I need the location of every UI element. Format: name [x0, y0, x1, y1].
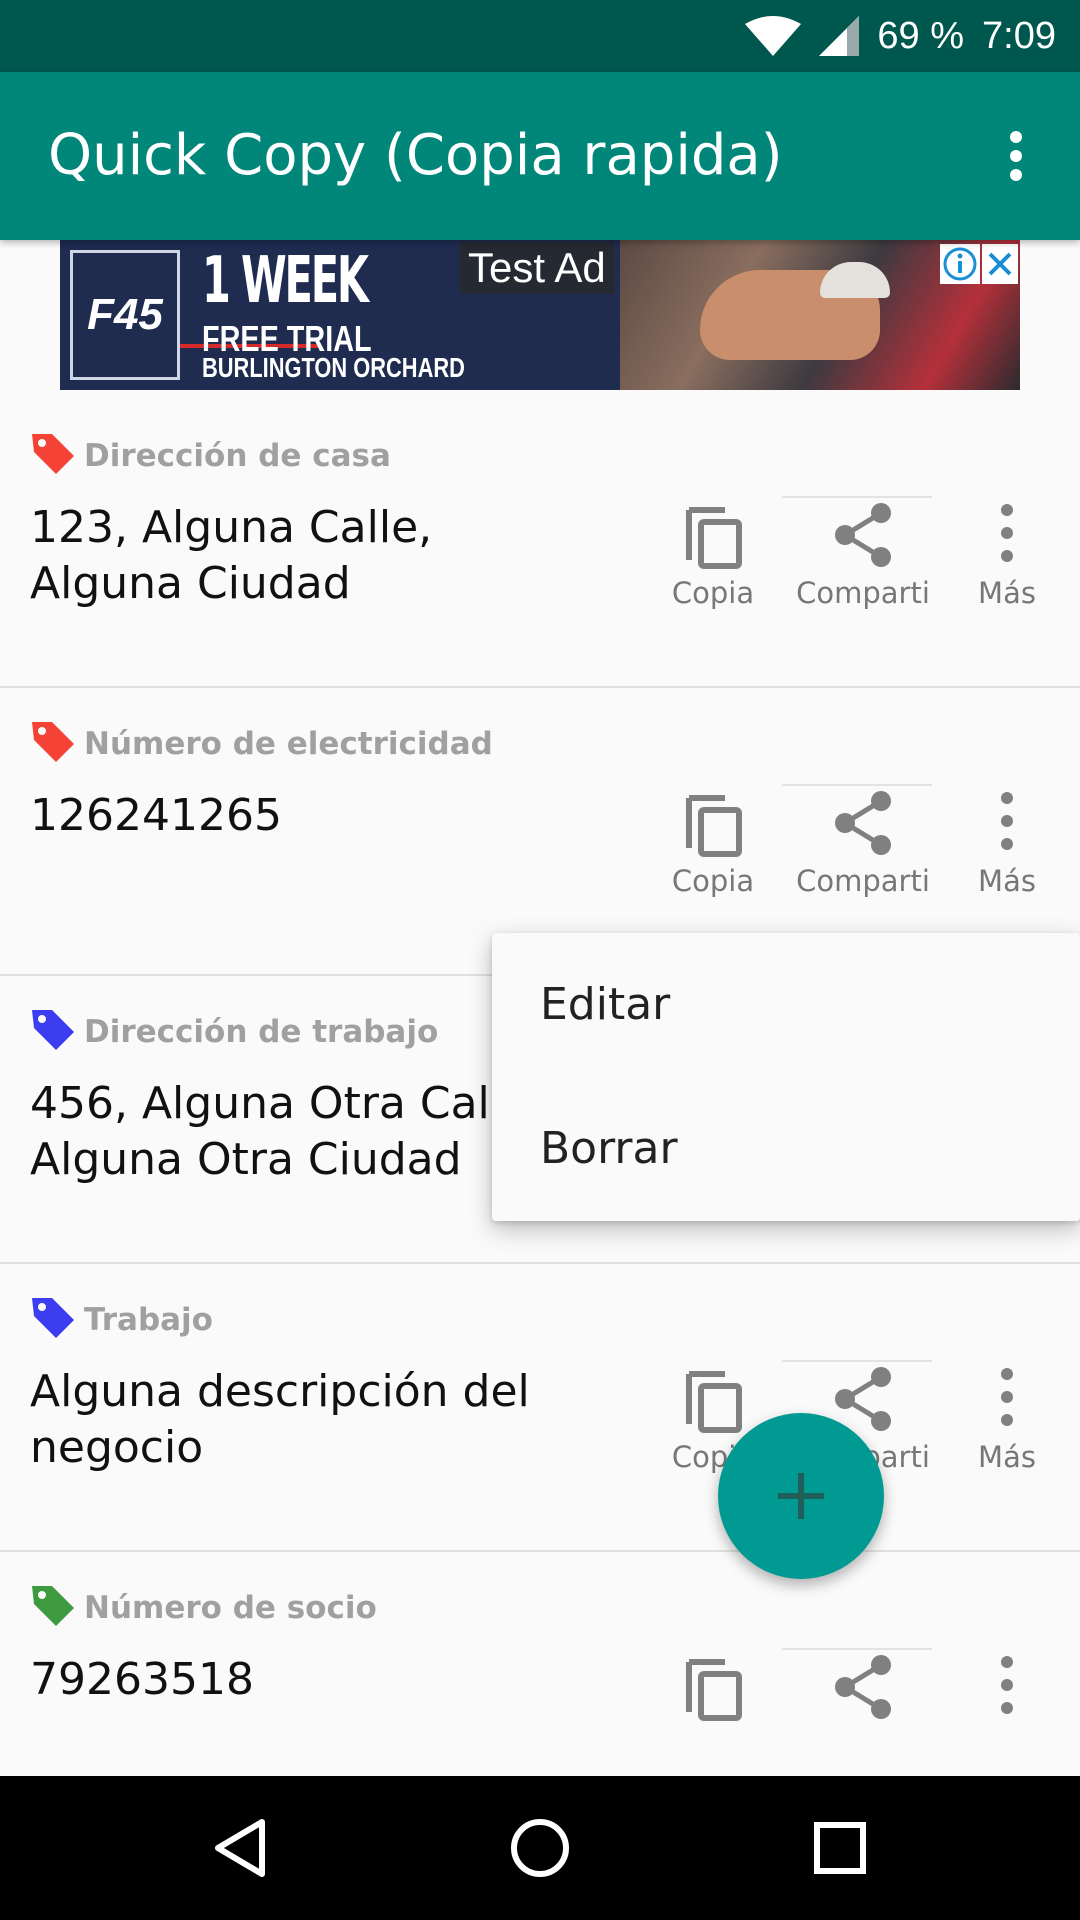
status-bar: 69 % 7:09: [0, 0, 1080, 72]
copy-icon: [686, 1659, 742, 1721]
item-label: Dirección de trabajo: [84, 1013, 439, 1050]
more-vert-icon: [1001, 504, 1013, 562]
add-button[interactable]: [718, 1413, 884, 1579]
navigation-bar: [0, 1776, 1080, 1920]
divider: [782, 496, 932, 498]
ad-location: BURLINGTON ORCHARD: [202, 352, 465, 383]
copy-label: Copia: [671, 864, 755, 898]
item-value: 79263518: [30, 1654, 254, 1705]
ad-headline: 1 WEEK: [202, 244, 369, 318]
ad-banner[interactable]: F45 1 WEEK FREE TRIAL BURLINGTON ORCHARD…: [60, 240, 1020, 390]
tag-row: Número de electricidad: [30, 718, 493, 769]
copy-button[interactable]: Copia: [638, 500, 788, 630]
copy-button[interactable]: Copia: [638, 788, 788, 918]
wifi-icon: [745, 16, 802, 56]
more-button[interactable]: Más: [932, 1364, 1080, 1494]
tag-icon: [30, 1294, 76, 1345]
item-value: Alguna descripción del negocio: [30, 1366, 530, 1473]
more-label: Más: [978, 576, 1036, 610]
tag-icon: [30, 718, 76, 769]
more-vert-icon: [1001, 1368, 1013, 1426]
divider: [782, 1360, 932, 1362]
ad-logo: F45: [70, 250, 180, 380]
item-label: Dirección de casa: [84, 437, 391, 474]
tag-row: Dirección de trabajo: [30, 1006, 438, 1057]
tag-icon: [30, 430, 76, 481]
back-icon[interactable]: [200, 1808, 280, 1888]
divider: [782, 784, 932, 786]
more-button[interactable]: [932, 1652, 1080, 1782]
tag-row: Dirección de casa: [30, 430, 391, 481]
item-value: 123, Alguna Calle, Alguna Ciudad: [30, 502, 433, 609]
copy-icon: [686, 507, 742, 569]
app-bar: Quick Copy (Copia rapida): [0, 72, 1080, 240]
add-icon: [778, 1473, 824, 1519]
menu-item-edit[interactable]: Editar: [540, 933, 670, 1077]
list-item[interactable]: Trabajo Alguna descripción del negocio C…: [0, 1264, 1080, 1552]
copy-label: Copia: [671, 576, 755, 610]
item-value: 126241265: [30, 790, 282, 841]
menu-item-delete[interactable]: Borrar: [540, 1077, 678, 1221]
share-label: Comparti: [796, 864, 930, 898]
tag-icon: [30, 1006, 76, 1057]
share-button[interactable]: Comparti: [788, 500, 938, 630]
more-button[interactable]: Más: [932, 788, 1080, 918]
copy-icon: [686, 1371, 742, 1433]
share-label: Comparti: [796, 576, 930, 610]
more-vert-icon[interactable]: [976, 116, 1056, 196]
more-vert-icon: [1001, 1656, 1013, 1714]
list-item[interactable]: Dirección de casa 123, Alguna Calle, Alg…: [0, 400, 1080, 688]
close-icon[interactable]: [982, 244, 1018, 284]
tag-row: Trabajo: [30, 1294, 213, 1345]
recents-icon[interactable]: [800, 1808, 880, 1888]
divider: [782, 1648, 932, 1650]
battery-text: 69 %: [877, 14, 965, 57]
share-button[interactable]: [788, 1652, 938, 1782]
share-icon: [835, 503, 891, 567]
app-title: Quick Copy (Copia rapida): [48, 123, 783, 188]
item-label: Número de socio: [84, 1589, 377, 1626]
share-button[interactable]: Comparti: [788, 788, 938, 918]
more-label: Más: [978, 864, 1036, 898]
share-icon: [835, 1655, 891, 1719]
item-label: Número de electricidad: [84, 725, 493, 762]
info-icon[interactable]: [940, 244, 980, 284]
item-label: Trabajo: [84, 1301, 213, 1338]
more-vert-icon: [1001, 792, 1013, 850]
popup-menu: Editar Borrar: [492, 933, 1080, 1221]
more-button[interactable]: Más: [932, 500, 1080, 630]
test-ad-badge: Test Ad: [460, 242, 614, 294]
clock: 7:09: [982, 14, 1056, 57]
copy-button[interactable]: [638, 1652, 788, 1782]
copy-icon: [686, 795, 742, 857]
more-label: Más: [978, 1440, 1036, 1474]
signal-icon: [819, 16, 860, 56]
tag-icon: [30, 1582, 76, 1633]
home-icon[interactable]: [500, 1808, 580, 1888]
tag-row: Número de socio: [30, 1582, 377, 1633]
share-icon: [835, 791, 891, 855]
